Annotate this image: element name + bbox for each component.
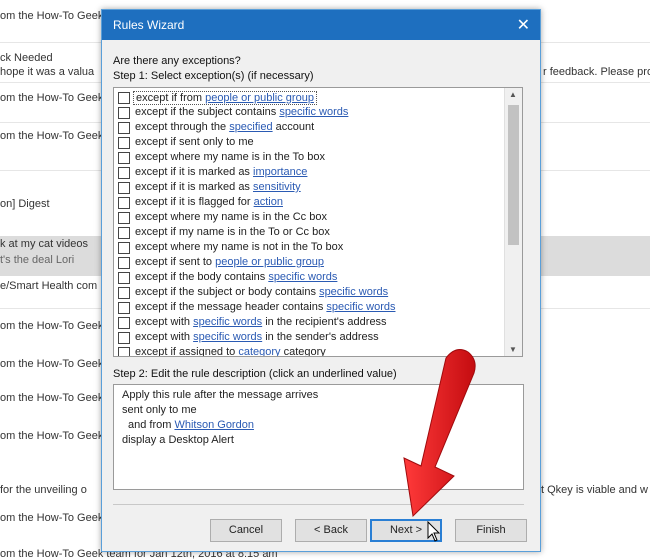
exceptions-question: Are there any exceptions? xyxy=(113,55,241,67)
exceptions-list[interactable]: ▲ ▼ except if from people or public grou… xyxy=(113,87,523,357)
exception-text-suffix: category xyxy=(280,346,326,357)
exception-text: except where my name is in the Cc box xyxy=(135,211,327,223)
exception-text: except if from xyxy=(136,92,206,104)
exception-checkbox[interactable] xyxy=(118,242,130,254)
scroll-up-icon[interactable]: ▲ xyxy=(509,90,517,99)
exception-label: except if it is marked as sensitivity xyxy=(135,181,301,193)
finish-button[interactable]: Finish xyxy=(455,519,527,542)
cancel-button[interactable]: Cancel xyxy=(210,519,282,542)
exception-link[interactable]: action xyxy=(254,196,283,208)
exception-text-suffix: in the sender's address xyxy=(262,331,379,343)
exception-checkbox[interactable] xyxy=(118,272,130,284)
exception-link[interactable]: people or public group xyxy=(205,92,314,104)
exception-checkbox[interactable] xyxy=(118,122,130,134)
exception-label: except with specific words in the sender… xyxy=(135,331,379,343)
exception-link[interactable]: specified xyxy=(229,121,272,133)
exception-link[interactable]: specific words xyxy=(193,331,262,343)
exception-text: except if the body contains xyxy=(135,271,269,283)
exception-link[interactable]: specific words xyxy=(279,106,348,118)
exception-label: except if the subject contains specific … xyxy=(135,106,348,118)
scroll-down-icon[interactable]: ▼ xyxy=(509,345,517,354)
exception-checkbox[interactable] xyxy=(118,302,130,314)
exception-link[interactable]: sensitivity xyxy=(253,181,301,193)
exception-text: except if sent only to me xyxy=(135,136,254,148)
exception-label: except if the body contains specific wor… xyxy=(135,271,337,283)
desc-line-2: sent only to me xyxy=(122,404,197,416)
exception-text: except with xyxy=(135,331,194,343)
rules-wizard-dialog: Rules Wizard ✕ Are there any exceptions?… xyxy=(101,9,541,552)
exception-text: except if the subject or body contains xyxy=(135,286,320,298)
exception-text: except where my name is in the To box xyxy=(135,151,325,163)
exception-link[interactable]: specific words xyxy=(319,286,388,298)
desc-line-1: Apply this rule after the message arrive… xyxy=(122,389,319,401)
exception-label: except where my name is in the Cc box xyxy=(135,211,327,223)
exception-text-suffix: account xyxy=(272,121,315,133)
desc-line-3-text: and from xyxy=(128,419,175,431)
exception-label: except where my name is in the To box xyxy=(135,151,325,163)
exception-text: except if my name is in the To or Cc box xyxy=(135,226,330,238)
exception-checkbox[interactable] xyxy=(118,152,130,164)
sender-link[interactable]: Whitson Gordon xyxy=(174,419,253,431)
exception-checkbox[interactable] xyxy=(118,167,130,179)
exception-checkbox[interactable] xyxy=(118,92,130,104)
exception-text: except if sent to xyxy=(135,256,216,268)
exception-label: except if it is marked as importance xyxy=(135,166,307,178)
exception-text: except where my name is not in the To bo… xyxy=(135,241,344,253)
step1-label: Step 1: Select exception(s) (if necessar… xyxy=(113,70,314,82)
exception-text-suffix: in the recipient's address xyxy=(262,316,387,328)
preview-text: t Qkey is viable and w xyxy=(541,484,648,496)
desc-line-3: and from Whitson Gordon xyxy=(128,419,254,431)
mouse-cursor-icon xyxy=(427,521,441,542)
exception-checkbox[interactable] xyxy=(118,227,130,239)
exception-link[interactable]: specific words xyxy=(193,316,262,328)
exception-checkbox[interactable] xyxy=(118,257,130,269)
scroll-thumb[interactable] xyxy=(508,105,519,245)
exception-label: except if from people or public group xyxy=(133,91,317,105)
exception-checkbox[interactable] xyxy=(118,212,130,224)
close-icon[interactable]: ✕ xyxy=(517,15,530,35)
exception-text: except if the subject contains xyxy=(135,106,280,118)
exception-text: except if the message header contains xyxy=(135,301,327,313)
exception-link[interactable]: category xyxy=(238,346,280,356)
desc-line-4: display a Desktop Alert xyxy=(122,434,234,446)
exception-label: except with specific words in the recipi… xyxy=(135,316,387,328)
exception-link[interactable]: specific words xyxy=(268,271,337,283)
step2-label: Step 2: Edit the rule description (click… xyxy=(113,368,397,380)
exception-link[interactable]: people or public group xyxy=(215,256,324,268)
exception-checkbox[interactable] xyxy=(118,107,130,119)
exception-label: except if it is flagged for action xyxy=(135,196,283,208)
exception-label: except if sent only to me xyxy=(135,136,254,148)
exception-link[interactable]: importance xyxy=(253,166,307,178)
exception-text: except if assigned to xyxy=(135,346,239,357)
rule-description-box: Apply this rule after the message arrive… xyxy=(113,384,524,490)
exception-label: except where my name is not in the To bo… xyxy=(135,241,343,253)
exception-checkbox[interactable] xyxy=(118,347,130,356)
exception-checkbox[interactable] xyxy=(118,287,130,299)
exception-text: except through the xyxy=(135,121,230,133)
title-bar[interactable]: Rules Wizard ✕ xyxy=(102,10,540,40)
exception-label: except through the specified account xyxy=(135,121,314,133)
exception-text: except if it is marked as xyxy=(135,166,253,178)
exception-checkbox[interactable] xyxy=(118,182,130,194)
exception-text: except if it is marked as xyxy=(135,181,253,193)
exception-checkbox[interactable] xyxy=(118,317,130,329)
exception-text: except with xyxy=(135,316,194,328)
divider xyxy=(113,504,524,505)
exception-label: except if the subject or body contains s… xyxy=(135,286,388,298)
exception-label: except if sent to people or public group xyxy=(135,256,324,268)
back-button[interactable]: < Back xyxy=(295,519,367,542)
exception-label: except if assigned to category category xyxy=(135,346,326,357)
exception-checkbox[interactable] xyxy=(118,137,130,149)
vertical-scrollbar[interactable]: ▲ ▼ xyxy=(504,88,522,356)
exception-text: except if it is flagged for xyxy=(135,196,254,208)
exception-link[interactable]: specific words xyxy=(326,301,395,313)
exception-label: except if the message header contains sp… xyxy=(135,301,395,313)
dialog-title: Rules Wizard xyxy=(113,18,185,32)
exception-checkbox[interactable] xyxy=(118,332,130,344)
exception-label: except if my name is in the To or Cc box xyxy=(135,226,330,238)
exception-checkbox[interactable] xyxy=(118,197,130,209)
preview-text: r feedback. Please pro xyxy=(543,66,650,78)
